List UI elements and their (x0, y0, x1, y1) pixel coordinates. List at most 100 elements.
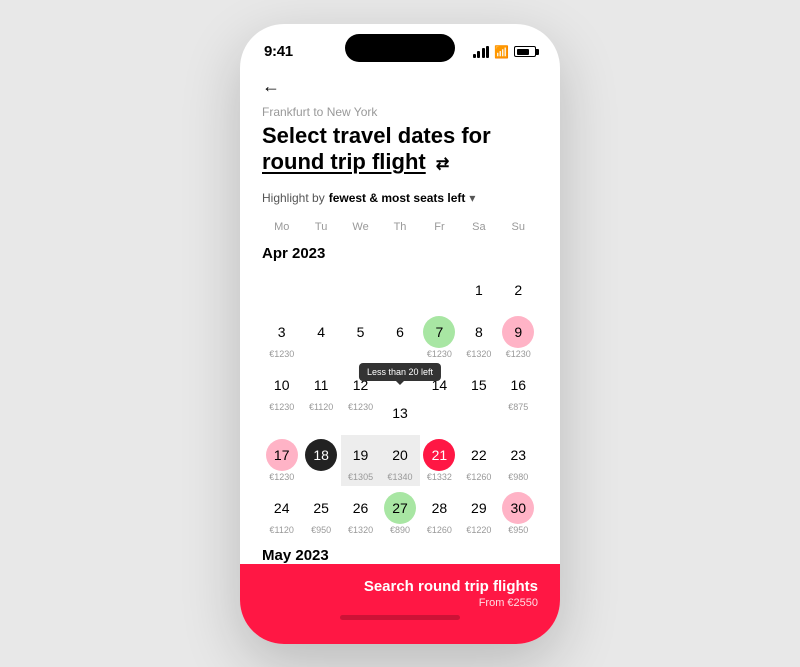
calendar-day[interactable]: 11€1120 (301, 365, 340, 433)
highlight-filter[interactable]: Highlight by fewest & most seats left ▾ (262, 191, 538, 205)
day-number: 24 (266, 492, 298, 524)
calendar-day[interactable]: 3€1230 (262, 312, 301, 363)
calendar-day[interactable]: 24€1120 (262, 488, 301, 539)
day-price: €1120 (270, 525, 294, 535)
day-number: 17 (266, 439, 298, 471)
calendar-day[interactable]: 5 (341, 312, 380, 363)
day-number: 5 (345, 316, 377, 348)
day-number: 6 (384, 316, 416, 348)
day-price: €890 (390, 525, 410, 535)
day-price: €1120 (309, 402, 333, 412)
calendar-day[interactable]: 7€1230 (420, 312, 459, 363)
search-button-title: Search round trip flights (262, 578, 538, 595)
calendar-day (380, 270, 419, 310)
day-name: Sa (459, 217, 498, 237)
day-number: 22 (463, 439, 495, 471)
calendar-day[interactable]: 30€950 (499, 488, 538, 539)
day-name: Mo (262, 217, 301, 237)
calendar-day[interactable]: 6 (380, 312, 419, 363)
day-number: 16 (502, 369, 534, 401)
day-name: Tu (301, 217, 340, 237)
calendar-day[interactable]: 9€1230 (499, 312, 538, 363)
day-name: Fr (420, 217, 459, 237)
calendar-day[interactable]: 18 (301, 435, 340, 486)
calendar-day[interactable]: 22€1260 (459, 435, 498, 486)
calendar-day[interactable]: 21€1332 (420, 435, 459, 486)
day-number: 20 (384, 439, 416, 471)
day-number: 13 (384, 397, 416, 429)
back-button[interactable]: ← (262, 76, 280, 97)
day-number: 1 (463, 274, 495, 306)
day-number: 7 (423, 316, 455, 348)
calendar-day[interactable]: 19€1305 (341, 435, 380, 486)
scroll-content: ← Frankfurt to New York Select travel da… (240, 68, 560, 644)
calendar-day[interactable]: 4 (301, 312, 340, 363)
day-price: €950 (311, 525, 331, 535)
day-price: €1305 (348, 472, 373, 482)
calendar-day[interactable]: 20€1340 (380, 435, 419, 486)
day-number: 19 (345, 439, 377, 471)
day-price: €1260 (427, 525, 452, 535)
day-name: Th (380, 217, 419, 237)
status-time: 9:41 (264, 43, 293, 60)
route-label: Frankfurt to New York (262, 105, 538, 119)
month-label: Apr 2023 (262, 245, 538, 262)
page-title: Select travel dates for round trip fligh… (262, 123, 538, 176)
phone-frame: 9:41 📶 ← Frankfurt to New York Select tr… (240, 24, 560, 644)
day-price: €1320 (466, 349, 491, 359)
calendar-day[interactable]: 8€1320 (459, 312, 498, 363)
calendar-day[interactable]: 16€875 (499, 365, 538, 433)
day-price: €1320 (348, 525, 373, 535)
day-price: €1230 (427, 349, 452, 359)
calendar-day[interactable]: 26€1320 (341, 488, 380, 539)
calendar-day (262, 270, 301, 310)
day-price: €1230 (269, 472, 294, 482)
day-price: €1230 (269, 349, 294, 359)
search-button[interactable]: Search round trip flights From €2550 (240, 564, 560, 644)
day-number: 3 (266, 316, 298, 348)
calendar-day[interactable]: 1 (459, 270, 498, 310)
calendar-day[interactable]: 28€1260 (420, 488, 459, 539)
seats-tooltip: Less than 20 left (359, 363, 441, 381)
signal-icon (473, 46, 490, 58)
day-number: 23 (502, 439, 534, 471)
day-number: 8 (463, 316, 495, 348)
calendar-day (341, 270, 380, 310)
calendar-day[interactable]: 27€890 (380, 488, 419, 539)
calendar-day[interactable]: 2 (499, 270, 538, 310)
home-indicator (340, 615, 460, 620)
calendar-day[interactable]: 10€1230 (262, 365, 301, 433)
day-number: 11 (305, 369, 337, 401)
calendar-day[interactable]: 29€1220 (459, 488, 498, 539)
trip-type-icon[interactable]: ⇄ (436, 156, 449, 173)
day-number: 9 (502, 316, 534, 348)
calendar-day[interactable]: 15 (459, 365, 498, 433)
day-price: €1332 (427, 472, 452, 482)
day-names-row: MoTuWeThFrSaSu (262, 217, 538, 237)
day-number: 29 (463, 492, 495, 524)
day-name: Su (499, 217, 538, 237)
month-label: May 2023 (262, 547, 538, 564)
day-price: €980 (508, 472, 528, 482)
day-number: 27 (384, 492, 416, 524)
status-icons: 📶 (473, 45, 536, 59)
day-price: €1230 (269, 402, 294, 412)
calendar-day[interactable]: 25€950 (301, 488, 340, 539)
battery-icon (514, 46, 536, 57)
day-number: 4 (305, 316, 337, 348)
day-number: 26 (345, 492, 377, 524)
calendar-body: Apr 2023123€12304567€12308€13209€123010€… (262, 245, 538, 612)
calendar-day (301, 270, 340, 310)
day-name: We (341, 217, 380, 237)
calendar-day[interactable]: Less than 20 left13 (380, 393, 419, 433)
day-price: €1220 (466, 525, 491, 535)
day-number: 21 (423, 439, 455, 471)
day-price: €950 (508, 525, 528, 535)
calendar-day (420, 270, 459, 310)
calendar-day[interactable]: 17€1230 (262, 435, 301, 486)
day-price: €1230 (348, 402, 373, 412)
day-number: 10 (266, 369, 298, 401)
search-button-subtitle: From €2550 (262, 597, 538, 609)
wifi-icon: 📶 (494, 45, 509, 59)
calendar-day[interactable]: 23€980 (499, 435, 538, 486)
